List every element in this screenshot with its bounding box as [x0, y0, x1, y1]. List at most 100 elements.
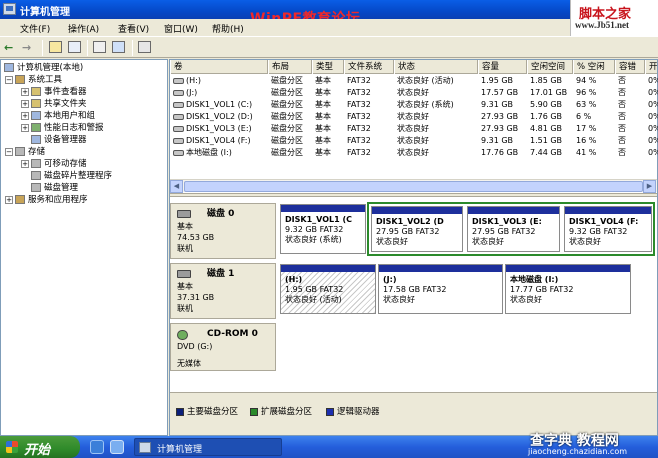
menu-window[interactable]: 窗口(W) [164, 22, 198, 35]
tree-item-event-viewer[interactable]: + 事件查看器 [21, 86, 87, 98]
column-fault-tolerance[interactable]: 容错 [615, 60, 645, 74]
storage-icon [15, 147, 25, 156]
column-free-space[interactable]: 空闲空间 [527, 60, 573, 74]
scroll-right-button[interactable]: ▶ [643, 180, 656, 193]
partition-h[interactable]: (H:) 1.95 GB FAT32 状态良好 (活动) [280, 264, 376, 314]
tree-item-perf-logs[interactable]: + 性能日志和警报 [21, 122, 104, 134]
volume-row[interactable]: DISK1_VOL4 (F:) 磁盘分区 基本 FAT32 状态良好 9.31 GB 1.5… [170, 135, 658, 147]
legend-extended: 扩展磁盘分区 [250, 405, 312, 417]
column-volume[interactable]: 卷 [170, 60, 268, 74]
start-button[interactable]: 开始 [0, 436, 80, 458]
column-overhead[interactable]: 开 [645, 60, 658, 74]
tree-item-device-manager[interactable]: 设备管理器 [31, 134, 87, 146]
tree-item-storage[interactable]: − 存储 [5, 146, 45, 158]
disk-0-label[interactable]: 磁盘 0 基本 74.53 GB 联机 [170, 203, 276, 259]
volume-row[interactable]: 本地磁盘 (I:) 磁盘分区 基本 FAT32 状态良好 17.76 GB 7.44 GB 4… [170, 147, 658, 159]
toolbar-separator [42, 40, 43, 56]
help-icon [112, 41, 125, 53]
expand-icon[interactable]: + [21, 123, 29, 132]
disk-0-state: 联机 [177, 244, 193, 253]
volume-layout-text: 磁盘分区 [271, 148, 303, 157]
up-folder-button[interactable] [48, 40, 64, 55]
volume-row[interactable]: DISK1_VOL1 (C:) 磁盘分区 基本 FAT32 状态良好 (系统) 9.31 … [170, 99, 658, 111]
forward-button[interactable]: → [22, 40, 38, 55]
partition-i[interactable]: 本地磁盘 (I:) 17.77 GB FAT32 状态良好 [505, 264, 631, 314]
scroll-thumb[interactable] [184, 181, 643, 192]
logical-swatch [326, 407, 334, 416]
hard-disk-icon [177, 210, 191, 218]
taskbar-item-computer-management[interactable]: 计算机管理 [134, 438, 282, 456]
column-layout[interactable]: 布局 [268, 60, 312, 74]
expand-icon[interactable]: + [21, 159, 29, 168]
volume-fs-cell: FAT32 [347, 135, 394, 147]
properties-button[interactable] [92, 40, 108, 55]
tree-item-system-tools[interactable]: − 系统工具 [5, 74, 62, 86]
partition-e[interactable]: DISK1_VOL3 (E: 27.95 GB FAT32 状态良好 [467, 206, 560, 252]
cdrom-kind: DVD (G:) [177, 342, 213, 351]
partition-c[interactable]: DISK1_VOL1 (C 9.32 GB FAT32 状态良好 (系统) [280, 204, 366, 254]
expand-icon[interactable]: + [21, 99, 29, 108]
column-capacity[interactable]: 容量 [478, 60, 527, 74]
column-status[interactable]: 状态 [394, 60, 478, 74]
volume-icon [173, 77, 184, 84]
tree-item-local-users[interactable]: + 本地用户和组 [21, 110, 95, 122]
volume-capacity-text: 27.93 GB [481, 124, 519, 133]
back-button[interactable]: ← [4, 40, 20, 55]
partition-f[interactable]: DISK1_VOL4 (F: 9.32 GB FAT32 状态良好 [564, 206, 652, 252]
tree-item-disk-management[interactable]: 磁盘管理 [31, 182, 78, 194]
column-type[interactable]: 类型 [312, 60, 344, 74]
tree-item-services[interactable]: + 服务和应用程序 [5, 194, 88, 206]
menu-action[interactable]: 操作(A) [68, 22, 99, 35]
computer-icon [4, 63, 14, 72]
volume-fs-text: FAT32 [347, 136, 371, 145]
tree-item-removable[interactable]: + 可移动存储 [21, 158, 87, 170]
expand-icon[interactable]: + [21, 87, 29, 96]
horizontal-scrollbar[interactable]: ◀ ▶ [170, 179, 657, 193]
help-button[interactable] [111, 40, 127, 55]
column-filesystem[interactable]: 文件系统 [344, 60, 394, 74]
volume-capacity-cell: 27.93 GB [481, 123, 527, 135]
column-percent-free[interactable]: % 空闲 [573, 60, 615, 74]
desktop-icon[interactable] [110, 440, 124, 454]
volume-layout-cell: 磁盘分区 [271, 135, 312, 147]
scroll-left-button[interactable]: ◀ [170, 180, 183, 193]
volume-fs-cell: FAT32 [347, 123, 394, 135]
more-button[interactable] [137, 40, 153, 55]
menu-view[interactable]: 查看(V) [118, 22, 149, 35]
tree-item-defrag[interactable]: 磁盘碎片整理程序 [31, 170, 112, 182]
volume-free-text: 1.51 GB [530, 136, 563, 145]
tree-item-shared-folders[interactable]: + 共享文件夹 [21, 98, 87, 110]
cdrom-0-label[interactable]: CD-ROM 0 DVD (G:) 无媒体 [170, 323, 276, 371]
partition-d[interactable]: DISK1_VOL2 (D 27.95 GB FAT32 状态良好 [371, 206, 463, 252]
volume-ov-text: 0% [648, 88, 658, 97]
volume-free-text: 5.90 GB [530, 100, 563, 109]
windows-logo-icon [6, 441, 18, 453]
partition-j[interactable]: (J:) 17.58 GB FAT32 状态良好 [378, 264, 503, 314]
tree-item-root[interactable]: 计算机管理(本地) [4, 62, 83, 74]
disk-1-label[interactable]: 磁盘 1 基本 37.31 GB 联机 [170, 263, 276, 319]
volume-row[interactable]: (H:) 磁盘分区 基本 FAT32 状态良好 (活动) 1.95 GB 1.85 GB 94… [170, 75, 658, 87]
volume-layout-cell: 磁盘分区 [271, 123, 312, 135]
collapse-icon[interactable]: − [5, 75, 13, 84]
ie-icon[interactable] [90, 440, 104, 454]
volume-status-text: 状态良好 (系统) [397, 100, 454, 109]
logical-drive-bar [372, 207, 462, 214]
volume-pct-text: 17 % [576, 124, 597, 133]
volume-name-cell: DISK1_VOL4 (F:) [173, 135, 268, 147]
volume-row[interactable]: DISK1_VOL2 (D:) 磁盘分区 基本 FAT32 状态良好 27.93 GB 1.… [170, 111, 658, 123]
volume-row[interactable]: DISK1_VOL3 (E:) 磁盘分区 基本 FAT32 状态良好 27.93 GB 4.… [170, 123, 658, 135]
volume-row[interactable]: (J:) 磁盘分区 基本 FAT32 状态良好 17.57 GB 17.01 GB 96 % 否… [170, 87, 658, 99]
menu-help[interactable]: 帮助(H) [212, 22, 244, 35]
volume-layout-text: 磁盘分区 [271, 136, 303, 145]
volume-status-cell: 状态良好 [397, 147, 478, 159]
volume-pct-cell: 17 % [576, 123, 615, 135]
collapse-icon[interactable]: − [5, 147, 13, 156]
expand-icon[interactable]: + [21, 111, 29, 120]
folder-up-icon [49, 41, 62, 53]
volume-status-text: 状态良好 [397, 112, 429, 121]
volume-pct-text: 96 % [576, 88, 597, 97]
menu-file[interactable]: 文件(F) [20, 22, 50, 35]
show-tree-button[interactable] [67, 40, 83, 55]
expand-icon[interactable]: + [5, 195, 13, 204]
volume-free-cell: 1.85 GB [530, 75, 573, 87]
